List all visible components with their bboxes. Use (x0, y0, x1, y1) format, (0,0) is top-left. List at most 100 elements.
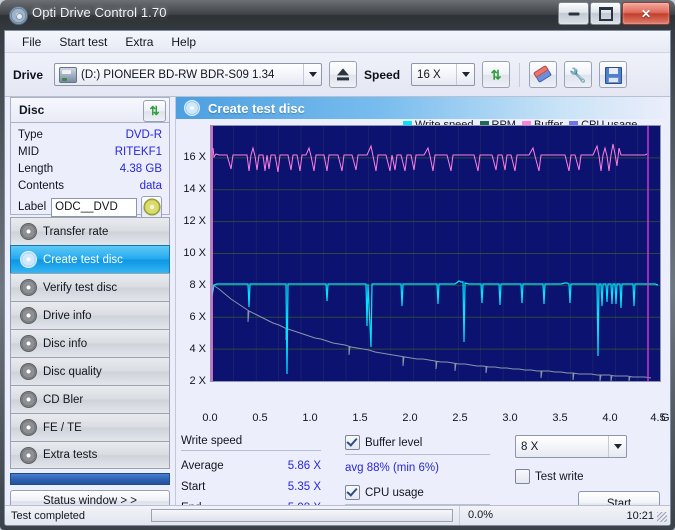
write-speed-select[interactable]: 8 X (515, 435, 627, 458)
refresh-button[interactable]: ⇅ (482, 61, 511, 88)
sidebar-item-create-test-disc[interactable]: Create test disc (10, 245, 170, 273)
x-axis-unit: GB (661, 412, 670, 424)
disc-label-row: Label (18, 195, 162, 219)
sidebar-item-verify-test-disc[interactable]: Verify test disc (10, 273, 170, 301)
window-frame: Opti Drive Control 1.70 ✕ File Start tes… (0, 0, 675, 530)
sidebar: Disc ⇅ Type DVD-R MID RITEKF1 Length 4.3… (5, 97, 175, 525)
menu-file[interactable]: File (13, 33, 50, 51)
menu-start-test[interactable]: Start test (50, 33, 116, 51)
progress-bar (151, 509, 453, 522)
write-speed-stats: Write speed Average 5.86 X Start 5.35 X … (181, 435, 321, 514)
tools-button[interactable]: 🔧 (564, 61, 593, 88)
menu-bar: File Start test Extra Help (5, 31, 670, 53)
disc-row-value: RITEKF1 (114, 145, 162, 158)
disc-icon (20, 279, 37, 296)
save-button[interactable] (599, 61, 628, 88)
disc-icon (20, 419, 37, 436)
write-speed-value: 8 X (521, 440, 539, 453)
page-title: Create test disc (208, 100, 305, 116)
disc-icon (184, 100, 200, 116)
toolbar-separator (519, 62, 521, 87)
test-write-checkbox[interactable]: Test write (515, 469, 660, 484)
erase-button[interactable] (529, 61, 558, 88)
sidebar-item-label: Drive info (43, 309, 92, 322)
disc-row-length: Length 4.38 GB (18, 160, 162, 177)
status-message: Test completed (11, 509, 85, 522)
x-axis-tick: 3.0 (502, 412, 518, 424)
disc-icon (20, 251, 37, 268)
buffer-level-label: Buffer level (365, 436, 423, 449)
x-axis-tick: 2.5 (452, 412, 468, 424)
divider (345, 454, 490, 455)
disc-row-key: Contents (18, 179, 65, 192)
sidebar-item-label: Extra tests (43, 449, 98, 461)
eraser-icon (533, 64, 553, 84)
y-axis-tick: 10 X (183, 247, 206, 259)
disc-header-label: Disc (19, 103, 45, 117)
test-write-label: Test write (535, 470, 584, 483)
disc-icon (20, 223, 37, 240)
sidebar-item-disc-info[interactable]: Disc info (10, 329, 170, 357)
menu-extra[interactable]: Extra (116, 33, 162, 51)
buffer-level-value: avg 88% (min 6%) (345, 462, 439, 474)
minimize-button[interactable] (558, 2, 589, 25)
disc-info-panel: Type DVD-R MID RITEKF1 Length 4.38 GB Co… (10, 123, 170, 219)
resize-grip[interactable] (657, 512, 667, 522)
disc-row-key: Length (18, 162, 54, 175)
menu-help[interactable]: Help (162, 33, 205, 51)
maximize-icon (598, 6, 613, 21)
speed-select-value: 16 X (417, 68, 441, 81)
chevron-down-icon (608, 436, 626, 457)
stats-row-key: Start (181, 481, 206, 493)
stats-row-start: Start 5.35 X (181, 481, 321, 493)
eject-button[interactable] (329, 61, 358, 88)
sidebar-item-extra-tests[interactable]: Extra tests (10, 441, 170, 469)
disc-label-input[interactable] (51, 197, 138, 217)
drive-select[interactable]: (D:) PIONEER BD-RW BDR-S09 1.34 (54, 63, 323, 86)
stats-row-value: 5.35 X (287, 481, 321, 493)
close-button[interactable]: ✕ (622, 2, 670, 25)
eject-icon (337, 67, 350, 80)
drive-select-value: (D:) PIONEER BD-RW BDR-S09 1.34 (81, 68, 275, 81)
y-axis-tick: 2 X (189, 375, 206, 387)
x-axis-tick: 4.0 (602, 412, 618, 424)
y-axis-tick: 6 X (189, 311, 206, 323)
y-axis-tick: 12 X (183, 215, 206, 227)
sidebar-item-fe-te[interactable]: FE / TE (10, 413, 170, 441)
buffer-level-checkbox[interactable]: Buffer level (345, 435, 490, 450)
sidebar-item-label: Transfer rate (43, 225, 109, 238)
disc-icon (20, 391, 37, 408)
sidebar-item-drive-info[interactable]: Drive info (10, 301, 170, 329)
disc-row-value: 4.38 GB (119, 162, 162, 175)
y-axis-tick: 8 X (189, 279, 206, 291)
window-controls: ✕ (558, 2, 670, 25)
maximize-button[interactable] (590, 2, 621, 25)
stats-header: Write speed (181, 435, 321, 451)
application-window: Opti Drive Control 1.70 ✕ File Start tes… (0, 0, 675, 530)
progress-text: 0.0% (459, 506, 521, 525)
save-icon (605, 67, 623, 84)
speed-label: Speed (364, 67, 401, 82)
sidebar-item-label: CD Bler (43, 393, 84, 406)
minimize-icon (568, 12, 579, 15)
x-axis-tick: 2.0 (402, 412, 418, 424)
x-axis-tick: 1.0 (302, 412, 318, 424)
sidebar-item-transfer-rate[interactable]: Transfer rate (10, 217, 170, 245)
sidebar-item-cd-bler[interactable]: CD Bler (10, 385, 170, 413)
disc-label-button[interactable] (141, 195, 162, 219)
x-axis-tick: 0.5 (252, 412, 268, 424)
status-bar: Test completed 0.0% 10:21 (5, 505, 670, 525)
disc-icon (20, 446, 37, 464)
disc-icon (20, 307, 37, 324)
chart-svg (211, 126, 660, 381)
refresh-icon: ⇅ (490, 67, 502, 82)
sidebar-item-disc-quality[interactable]: Disc quality (10, 357, 170, 385)
cpu-usage-checkbox[interactable]: CPU usage (345, 485, 490, 500)
speed-select[interactable]: 16 X (411, 63, 476, 86)
disc-refresh-button[interactable]: ⇅ (143, 100, 166, 122)
sidebar-item-label: Verify test disc (43, 281, 118, 294)
sidebar-nav: Transfer rate Create test disc Verify te… (10, 217, 170, 469)
cpu-usage-label: CPU usage (365, 486, 424, 499)
disc-header: Disc ⇅ (10, 97, 170, 123)
drive-label: Drive (13, 67, 44, 82)
